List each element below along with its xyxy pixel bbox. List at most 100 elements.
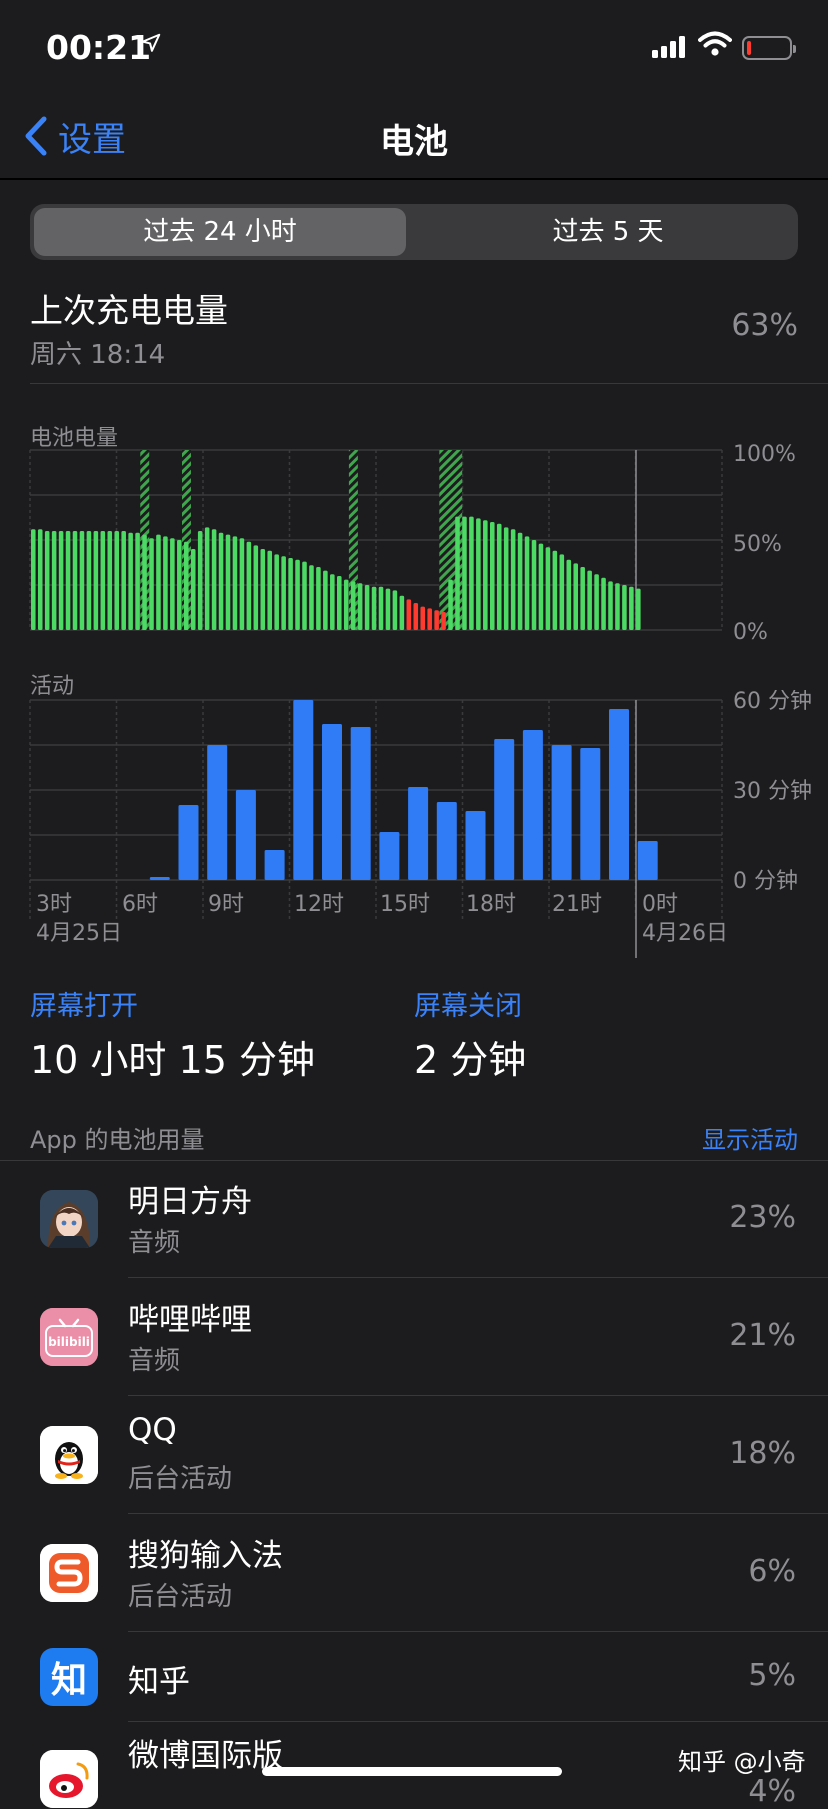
- app-usage-percent: 23%: [729, 1200, 796, 1235]
- app-row-sogou[interactable]: 搜狗输入法 后台活动 6%: [0, 1514, 828, 1632]
- battery-bar: [566, 559, 572, 630]
- battery-bar: [211, 529, 217, 630]
- battery-bar: [37, 529, 43, 630]
- last-charge-time: 周六 18:14: [30, 340, 166, 370]
- navigation-bar: 设置 电池: [0, 100, 828, 180]
- battery-bar: [142, 534, 147, 630]
- battery-bar: [79, 531, 85, 630]
- screen-on-label: 屏幕打开: [30, 991, 138, 1022]
- battery-bar: [476, 518, 481, 630]
- show-activity-button[interactable]: 显示活动: [702, 1120, 798, 1155]
- battery-bar: [622, 585, 627, 630]
- battery-bar: [149, 538, 154, 630]
- battery-bar: [559, 554, 565, 630]
- period-segmented-control: 过去 24 小时 过去 5 天: [30, 204, 798, 260]
- battery-bar: [51, 531, 57, 630]
- wifi-icon: [698, 31, 732, 56]
- home-indicator[interactable]: [262, 1767, 562, 1776]
- segment-5-days[interactable]: 过去 5 天: [422, 208, 794, 256]
- battery-bar: [295, 559, 300, 630]
- activity-bar: [379, 832, 400, 880]
- app-usage-type: 后台活动: [128, 1582, 233, 1612]
- battery-bar: [107, 531, 113, 630]
- battery-bar: [316, 567, 321, 630]
- activity-bar: [551, 745, 572, 880]
- battery-bar: [177, 540, 182, 630]
- battery-bar: [455, 516, 460, 630]
- battery-bar: [163, 536, 168, 630]
- battery-bar: [406, 599, 412, 630]
- app-row-arknights[interactable]: 明日方舟 音频 23%: [0, 1160, 828, 1278]
- battery-bar: [288, 558, 293, 630]
- battery-bar: [170, 538, 175, 630]
- last-charge-value: 63%: [731, 308, 798, 343]
- segment-24-hours[interactable]: 过去 24 小时: [34, 208, 406, 256]
- battery-bar: [552, 550, 558, 630]
- activity-bar: [149, 877, 170, 880]
- app-row-qq[interactable]: QQ 后台活动 18%: [0, 1396, 828, 1514]
- battery-bar: [524, 536, 530, 630]
- battery-bar: [274, 554, 279, 630]
- activity-xtick: 3时: [36, 892, 72, 917]
- app-row-zhihu[interactable]: 知 知乎 5%: [0, 1632, 828, 1722]
- battery-bar: [594, 574, 599, 630]
- activity-bar: [465, 811, 486, 880]
- battery-bar: [490, 522, 495, 630]
- battery-bar: [204, 527, 210, 630]
- app-usage-percent: 5%: [748, 1658, 796, 1693]
- battery-bar: [128, 532, 133, 630]
- battery-bar: [434, 610, 439, 630]
- battery-bar: [246, 541, 252, 630]
- battery-bar: [93, 531, 99, 630]
- battery-bar: [343, 579, 349, 630]
- battery-bar: [100, 531, 106, 630]
- battery-bar: [496, 523, 502, 630]
- battery-bar: [545, 547, 551, 630]
- battery-level-chart: 100% 50% 0%: [29, 442, 796, 640]
- zhihu-icon-glyph: 知: [50, 1660, 87, 1701]
- battery-bar: [302, 561, 307, 630]
- battery-bar: [357, 583, 363, 630]
- screen-off-block: 屏幕关闭 2 分钟: [414, 984, 526, 1084]
- activity-xtick: 12时: [294, 892, 344, 917]
- battery-ytick-100: 100%: [733, 442, 796, 467]
- activity-bar: [322, 724, 342, 880]
- battery-bar: [399, 595, 405, 630]
- battery-bar: [337, 576, 342, 630]
- battery-bar: [531, 540, 537, 630]
- battery-bar: [260, 549, 266, 630]
- battery-bar: [156, 534, 161, 630]
- battery-bar: [615, 583, 620, 630]
- date-label-end: 4月26日: [642, 921, 728, 946]
- activity-xtick: 21时: [552, 892, 602, 917]
- battery-bar: [392, 590, 398, 630]
- bilibili-icon-text: bilibili: [48, 1335, 90, 1349]
- activity-bar: [494, 739, 515, 880]
- activity-bar: [207, 745, 228, 880]
- activity-xtick: 9时: [208, 892, 244, 917]
- activity-ytick-30: 30 分钟: [733, 779, 812, 804]
- battery-bar: [587, 570, 592, 630]
- app-usage-percent: 21%: [729, 1318, 796, 1353]
- battery-bar: [86, 531, 92, 630]
- app-name: 微博国际版: [128, 1738, 283, 1774]
- screen-on-value: 10 小时 15 分钟: [30, 1038, 315, 1082]
- battery-bar: [239, 538, 245, 630]
- battery-bar: [510, 529, 516, 630]
- battery-icon: [742, 36, 796, 60]
- battery-bar: [517, 532, 523, 630]
- battery-bar: [197, 531, 203, 630]
- battery-bar: [44, 531, 50, 630]
- battery-bar: [58, 531, 64, 630]
- app-row-bilibili[interactable]: bilibili 哔哩哔哩 音频 21%: [0, 1278, 828, 1396]
- battery-bar: [483, 520, 488, 630]
- screen-off-value: 2 分钟: [414, 1038, 527, 1082]
- activity-bar: [522, 730, 543, 880]
- battery-bar: [503, 527, 509, 630]
- battery-bar: [72, 531, 78, 630]
- battery-bar: [601, 577, 606, 630]
- activity-ytick-0: 0 分钟: [733, 869, 798, 894]
- app-name: 明日方舟: [128, 1184, 252, 1220]
- status-time: 00:21: [46, 28, 152, 67]
- battery-bar: [636, 588, 641, 630]
